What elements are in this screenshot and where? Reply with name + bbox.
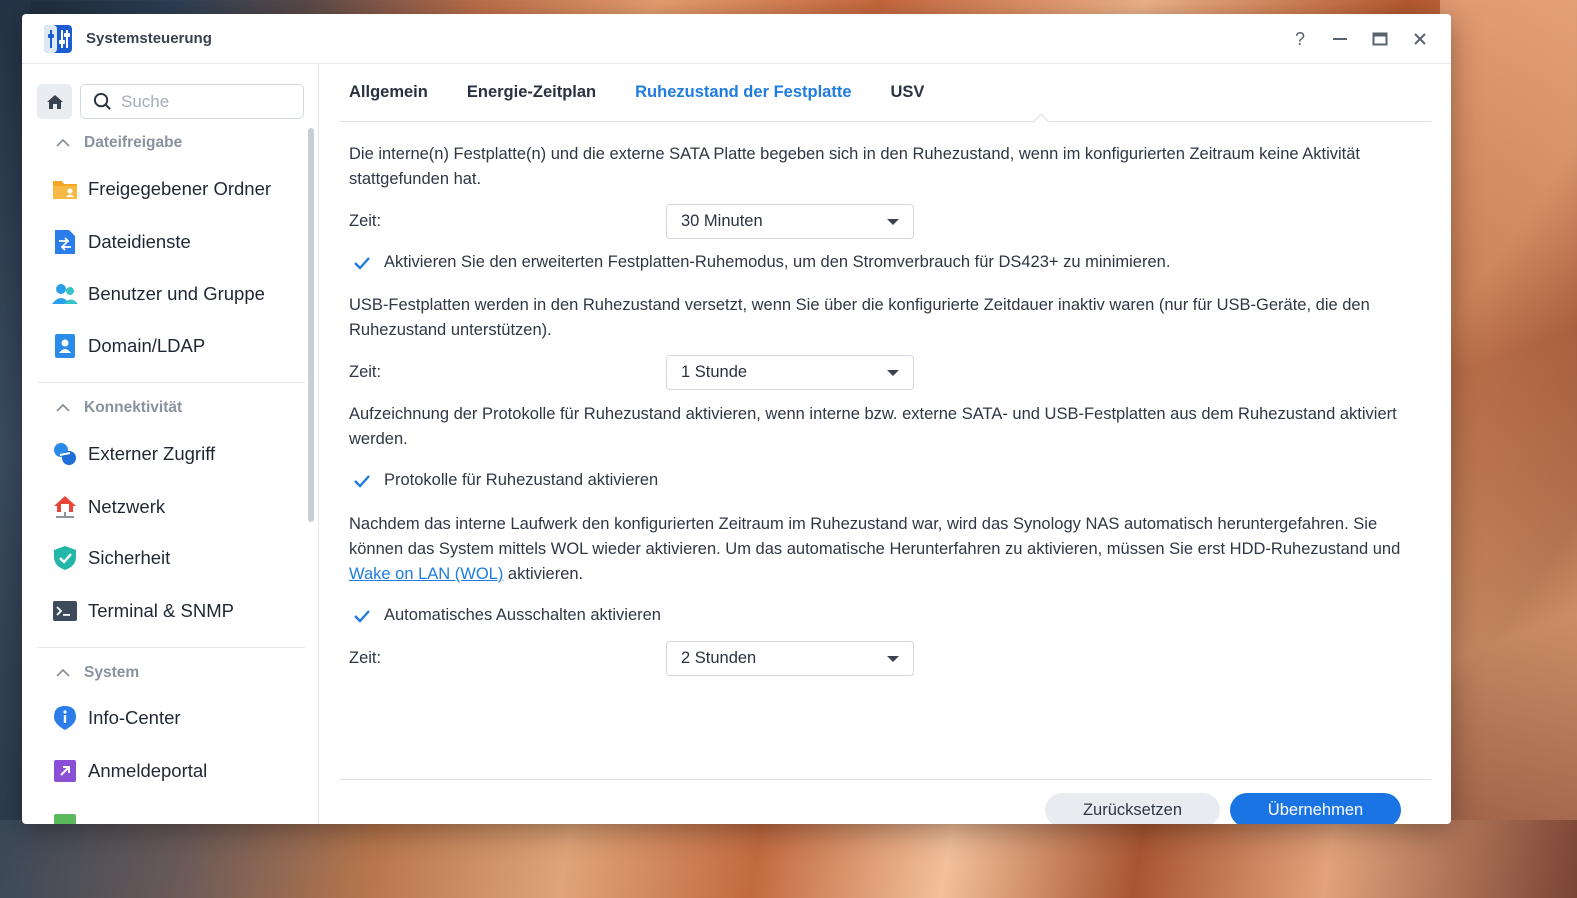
external-access-icon	[52, 441, 78, 467]
advanced-hibernation-checkbox-row[interactable]: Aktivieren Sie den erweiterten Festplatt…	[351, 250, 1170, 275]
sidebar-item-terminal-snmp[interactable]: Terminal & SNMP	[52, 598, 234, 624]
dropdown-caret-icon	[887, 369, 899, 376]
close-button[interactable]	[1409, 28, 1431, 50]
usb-text: USB-Festplatten werden in den Ruhezustan…	[349, 296, 1370, 339]
section-header-system[interactable]: System	[56, 664, 139, 682]
search-icon	[93, 92, 111, 110]
file-services-icon	[52, 229, 78, 255]
home-button[interactable]	[37, 84, 72, 119]
regional-options-icon	[52, 812, 78, 824]
login-portal-icon	[52, 758, 78, 784]
shield-icon	[52, 545, 78, 571]
dropdown-caret-icon	[887, 655, 899, 662]
minimize-button[interactable]	[1329, 28, 1351, 50]
control-panel-window: Systemsteuerung ? Suche Dateifreigabe Fr…	[22, 14, 1451, 824]
sidebar-item-security[interactable]: Sicherheit	[52, 545, 170, 571]
auto-shutdown-time-select[interactable]: 2 Stunden	[666, 641, 914, 676]
maximize-button[interactable]	[1369, 28, 1391, 50]
section-divider	[37, 647, 305, 648]
sidebar-scrollbar[interactable]	[308, 128, 314, 522]
tab-ruhezustand-festplatte[interactable]: Ruhezustand der Festplatte	[626, 83, 851, 102]
auto-shutdown-checkbox-row[interactable]: Automatisches Ausschalten aktivieren	[351, 603, 661, 628]
wol-link[interactable]: Wake on LAN (WOL)	[349, 565, 503, 583]
search-box[interactable]	[80, 84, 304, 119]
auto-shutdown-label: Automatisches Ausschalten aktivieren	[384, 606, 661, 624]
sidebar-item-login-portal[interactable]: Anmeldeportal	[52, 758, 207, 784]
chevron-up-icon	[56, 403, 70, 412]
main-panel: Allgemein Energie-Zeitplan Ruhezustand d…	[320, 64, 1451, 824]
apply-button[interactable]: Übernehmen	[1230, 793, 1401, 824]
section-divider	[37, 382, 305, 383]
reset-button[interactable]: Zurücksetzen	[1045, 793, 1220, 824]
time-label: Zeit:	[349, 649, 382, 667]
help-button[interactable]: ?	[1289, 28, 1311, 50]
folder-icon	[52, 176, 78, 202]
sidebar-item-network[interactable]: Netzwerk	[52, 494, 165, 520]
title-bar: Systemsteuerung ?	[22, 14, 1451, 64]
sidebar-item-partial[interactable]	[52, 812, 78, 824]
checkbox-checked-icon[interactable]	[351, 470, 373, 492]
users-icon	[52, 281, 78, 307]
sidebar-item-file-services[interactable]: Dateidienste	[52, 229, 191, 255]
footer-divider	[340, 779, 1431, 780]
tab-usv[interactable]: USV	[882, 83, 925, 102]
chevron-up-icon	[56, 668, 70, 677]
usb-hibernation-time-select[interactable]: 1 Stunde	[666, 355, 914, 390]
hibernation-log-label: Protokolle für Ruhezustand aktivieren	[384, 471, 659, 489]
window-title: Systemsteuerung	[86, 30, 212, 47]
search-input[interactable]	[121, 91, 291, 112]
time-label: Zeit:	[349, 212, 382, 230]
info-icon	[52, 705, 78, 731]
sidebar: Dateifreigabe Freigegebener Ordner Datei…	[22, 64, 319, 824]
checkbox-checked-icon[interactable]	[351, 605, 373, 627]
section-header-konnektivitaet[interactable]: Konnektivität	[56, 399, 182, 417]
chevron-up-icon	[56, 138, 70, 147]
sidebar-item-domain-ldap[interactable]: Domain/LDAP	[52, 333, 205, 359]
time-label: Zeit:	[349, 363, 382, 381]
tab-bar: Allgemein Energie-Zeitplan Ruhezustand d…	[340, 64, 1431, 122]
section-header-dateifreigabe[interactable]: Dateifreigabe	[56, 134, 182, 152]
sidebar-item-shared-folder[interactable]: Freigegebener Ordner	[52, 176, 271, 202]
hibernation-log-checkbox-row[interactable]: Protokolle für Ruhezustand aktivieren	[351, 468, 658, 493]
sidebar-item-external-access[interactable]: Externer Zugriff	[52, 441, 215, 467]
terminal-icon	[52, 598, 78, 624]
network-icon	[52, 494, 78, 520]
home-icon	[46, 94, 63, 109]
checkbox-checked-icon[interactable]	[351, 252, 373, 274]
control-panel-app-icon	[42, 23, 74, 55]
intro-text: Die interne(n) Festplatte(n) und die ext…	[349, 145, 1361, 188]
tab-allgemein[interactable]: Allgemein	[340, 83, 428, 102]
sidebar-item-users-groups[interactable]: Benutzer und Gruppe	[52, 281, 265, 307]
domain-icon	[52, 333, 78, 359]
hdd-hibernation-time-select[interactable]: 30 Minuten	[666, 204, 914, 239]
tab-energie-zeitplan[interactable]: Energie-Zeitplan	[458, 83, 596, 102]
log-text: Aufzeichnung der Protokolle für Ruhezust…	[349, 405, 1397, 448]
sidebar-item-info-center[interactable]: Info-Center	[52, 705, 181, 731]
shutdown-text: Nachdem das interne Laufwerk den konfigu…	[349, 515, 1401, 583]
advanced-hibernation-label: Aktivieren Sie den erweiterten Festplatt…	[384, 253, 1171, 271]
dropdown-caret-icon	[887, 218, 899, 225]
